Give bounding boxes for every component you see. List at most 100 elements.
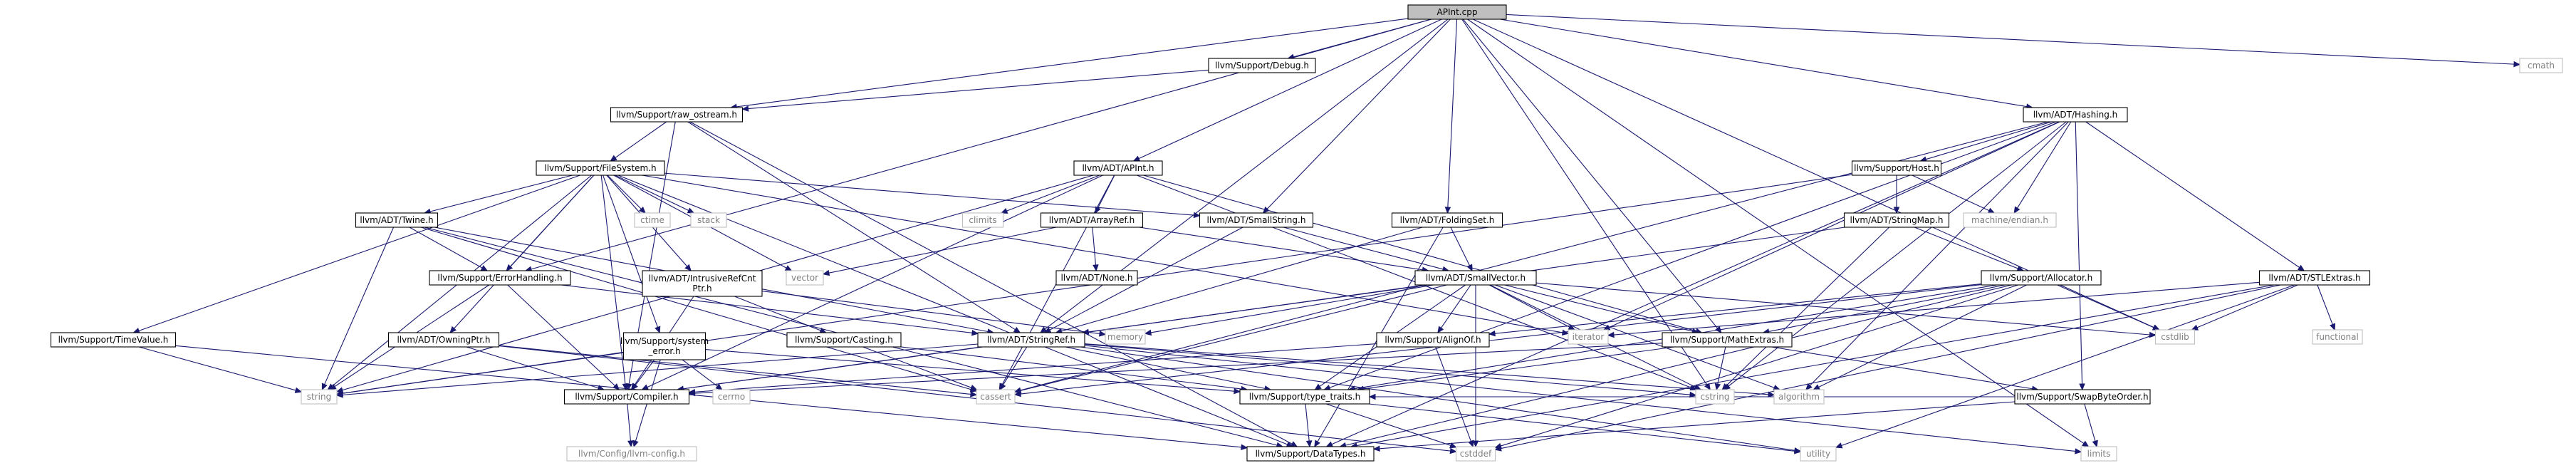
edge-arrowhead bbox=[2149, 331, 2157, 338]
edge-line bbox=[466, 346, 599, 389]
node-label: llvm/ADT/APInt.h bbox=[1082, 163, 1154, 173]
node-label: llvm/Support/ErrorHandling.h bbox=[437, 273, 562, 283]
node-stack: stack bbox=[690, 212, 727, 228]
node-smallstring[interactable]: llvm/ADT/SmallString.h bbox=[1199, 212, 1314, 228]
edge-arrowhead bbox=[1607, 331, 1615, 338]
node-stringmap[interactable]: llvm/ADT/StringMap.h bbox=[1843, 212, 1950, 228]
edge-arrowhead bbox=[480, 265, 489, 271]
node-label: llvm/ADT/Hashing.h bbox=[2033, 110, 2118, 120]
edge-arrowhead bbox=[1000, 207, 1008, 214]
node-fs[interactable]: llvm/Support/FileSystem.h bbox=[536, 160, 665, 176]
node-compiler[interactable]: llvm/Support/Compiler.h bbox=[563, 389, 690, 405]
edge-line bbox=[635, 359, 655, 385]
include-edge-swapbyte-to-limits bbox=[2084, 403, 2098, 448]
node-utility: utility bbox=[1800, 446, 1837, 462]
edge-arrowhead bbox=[1835, 442, 1843, 449]
node-none[interactable]: llvm/ADT/None.h bbox=[1055, 270, 1138, 286]
node-label: string bbox=[307, 392, 331, 402]
include-edge-hashing-to-swapbyte bbox=[2075, 121, 2085, 391]
node-owningptr[interactable]: llvm/ADT/OwningPtr.h bbox=[387, 332, 500, 348]
include-edge-allocator-to-cassert bbox=[1013, 284, 1982, 397]
edge-line bbox=[1084, 345, 2076, 452]
edge-line bbox=[615, 121, 667, 158]
node-intrusive[interactable]: llvm/ADT/IntrusiveRefCntPtr.h bbox=[642, 270, 763, 297]
node-label: llvm/Support/raw_ostream.h bbox=[616, 110, 737, 120]
node-foldingset[interactable]: llvm/ADT/FoldingSet.h bbox=[1391, 212, 1503, 228]
edge-line bbox=[1613, 281, 2260, 336]
node-label: llvm/Support/MathExtras.h bbox=[1670, 335, 1784, 345]
node-allocator[interactable]: llvm/Support/Allocator.h bbox=[1981, 270, 2102, 286]
node-cmath: cmath bbox=[2519, 58, 2563, 73]
edge-arrowhead bbox=[687, 207, 695, 214]
node-arrayref[interactable]: llvm/ADT/ArrayRef.h bbox=[1040, 212, 1144, 228]
node-label: cmath bbox=[2528, 61, 2555, 71]
node-label: cstring bbox=[1700, 392, 1729, 402]
edge-line bbox=[1771, 346, 2033, 390]
node-label: llvm/Support/Allocator.h bbox=[1990, 273, 2092, 283]
node-root[interactable]: APInt.cpp bbox=[1407, 4, 1507, 20]
node-label: cstdlib bbox=[2161, 332, 2189, 342]
edge-line bbox=[682, 359, 718, 387]
include-edge-smallvec-to-cstddef bbox=[1472, 285, 1479, 448]
node-twine[interactable]: llvm/ADT/Twine.h bbox=[355, 212, 439, 228]
node-hashing[interactable]: llvm/ADT/Hashing.h bbox=[2023, 107, 2128, 123]
node-host[interactable]: llvm/Support/Host.h bbox=[1851, 160, 1942, 176]
node-memory: memory bbox=[1105, 329, 1146, 345]
node-label: vector bbox=[791, 273, 818, 283]
edge-line bbox=[1914, 227, 2018, 269]
include-edge-typetraits-to-datatypes bbox=[1305, 403, 1313, 448]
node-mathextras[interactable]: llvm/Support/MathExtras.h bbox=[1662, 332, 1793, 348]
include-edge-typetraits-to-cstddef bbox=[1325, 403, 1457, 449]
node-label: llvm/Support/system bbox=[620, 336, 709, 346]
node-casting[interactable]: llvm/Support/Casting.h bbox=[786, 332, 902, 348]
node-stringref[interactable]: llvm/ADT/StringRef.h bbox=[977, 332, 1085, 348]
node-syserror[interactable]: llvm/Support/system_error.h bbox=[620, 332, 709, 360]
node-label: llvm/Support/Casting.h bbox=[795, 335, 893, 345]
include-edge-stringref-to-algorithm bbox=[1084, 343, 1775, 398]
edge-arrowhead bbox=[2082, 440, 2090, 447]
edge-arrowhead bbox=[715, 383, 723, 390]
edge-line bbox=[607, 175, 642, 209]
node-smallvec[interactable]: llvm/ADT/SmallVector.h bbox=[1414, 270, 1537, 286]
include-edge-allocator-to-cstddef bbox=[1494, 284, 2019, 449]
edge-line bbox=[1818, 284, 2027, 388]
node-alignof[interactable]: llvm/Support/AlignOf.h bbox=[1376, 332, 1490, 348]
edge-line bbox=[1139, 227, 1423, 271]
edge-arrowhead bbox=[294, 387, 303, 393]
node-apint[interactable]: llvm/ADT/APInt.h bbox=[1073, 160, 1163, 176]
node-label: llvm/ADT/None.h bbox=[1060, 273, 1132, 283]
node-functional: functional bbox=[2312, 329, 2363, 345]
include-edge-root-to-apint bbox=[1132, 19, 1442, 162]
edge-arrowhead bbox=[1013, 326, 1021, 333]
edge-line bbox=[1768, 284, 2006, 332]
node-stlextras[interactable]: llvm/ADT/STLExtras.h bbox=[2258, 270, 2371, 286]
node-label: llvm/ADT/FoldingSet.h bbox=[1400, 215, 1495, 225]
edge-line bbox=[454, 175, 595, 329]
edge-arrowhead bbox=[969, 385, 978, 391]
include-edge-smallvec-to-memory bbox=[1144, 284, 1434, 336]
edge-arrowhead bbox=[2513, 61, 2521, 68]
node-typetraits[interactable]: llvm/Support/type_traits.h bbox=[1239, 389, 1370, 405]
node-errorh[interactable]: llvm/Support/ErrorHandling.h bbox=[429, 270, 571, 286]
node-raw[interactable]: llvm/Support/raw_ostream.h bbox=[610, 107, 744, 123]
include-edge-root-to-smallstring bbox=[1262, 19, 1451, 214]
include-edge-owningptr-to-compiler bbox=[466, 346, 605, 391]
edge-arrowhead bbox=[1193, 212, 1201, 219]
node-debug[interactable]: llvm/Support/Debug.h bbox=[1208, 58, 1316, 73]
node-swapbyte[interactable]: llvm/Support/SwapByteOrder.h bbox=[2014, 389, 2151, 405]
edge-line bbox=[1345, 284, 2012, 446]
edge-arrowhead bbox=[1099, 331, 1107, 337]
node-datatypes[interactable]: llvm/Support/DataTypes.h bbox=[1246, 446, 1375, 462]
edge-line bbox=[342, 351, 624, 394]
edge-line bbox=[1283, 227, 1444, 270]
edge-arrowhead bbox=[1813, 384, 1820, 390]
edge-arrowhead bbox=[2075, 448, 2082, 454]
node-llvmconfig: llvm/Config/llvm-config.h bbox=[566, 446, 697, 462]
edge-arrowhead bbox=[1449, 447, 1457, 454]
include-dependency-graph: APInt.cpp llvm/Support/Debug.h cmath llvm/S… bbox=[50, 4, 2563, 462]
node-timevalue[interactable]: llvm/Support/TimeValue.h bbox=[50, 332, 177, 348]
edge-line bbox=[1006, 175, 1100, 212]
node-label: Ptr.h bbox=[692, 284, 711, 293]
edge-arrowhead bbox=[1372, 445, 1380, 452]
edge-arrowhead bbox=[1325, 441, 1334, 447]
